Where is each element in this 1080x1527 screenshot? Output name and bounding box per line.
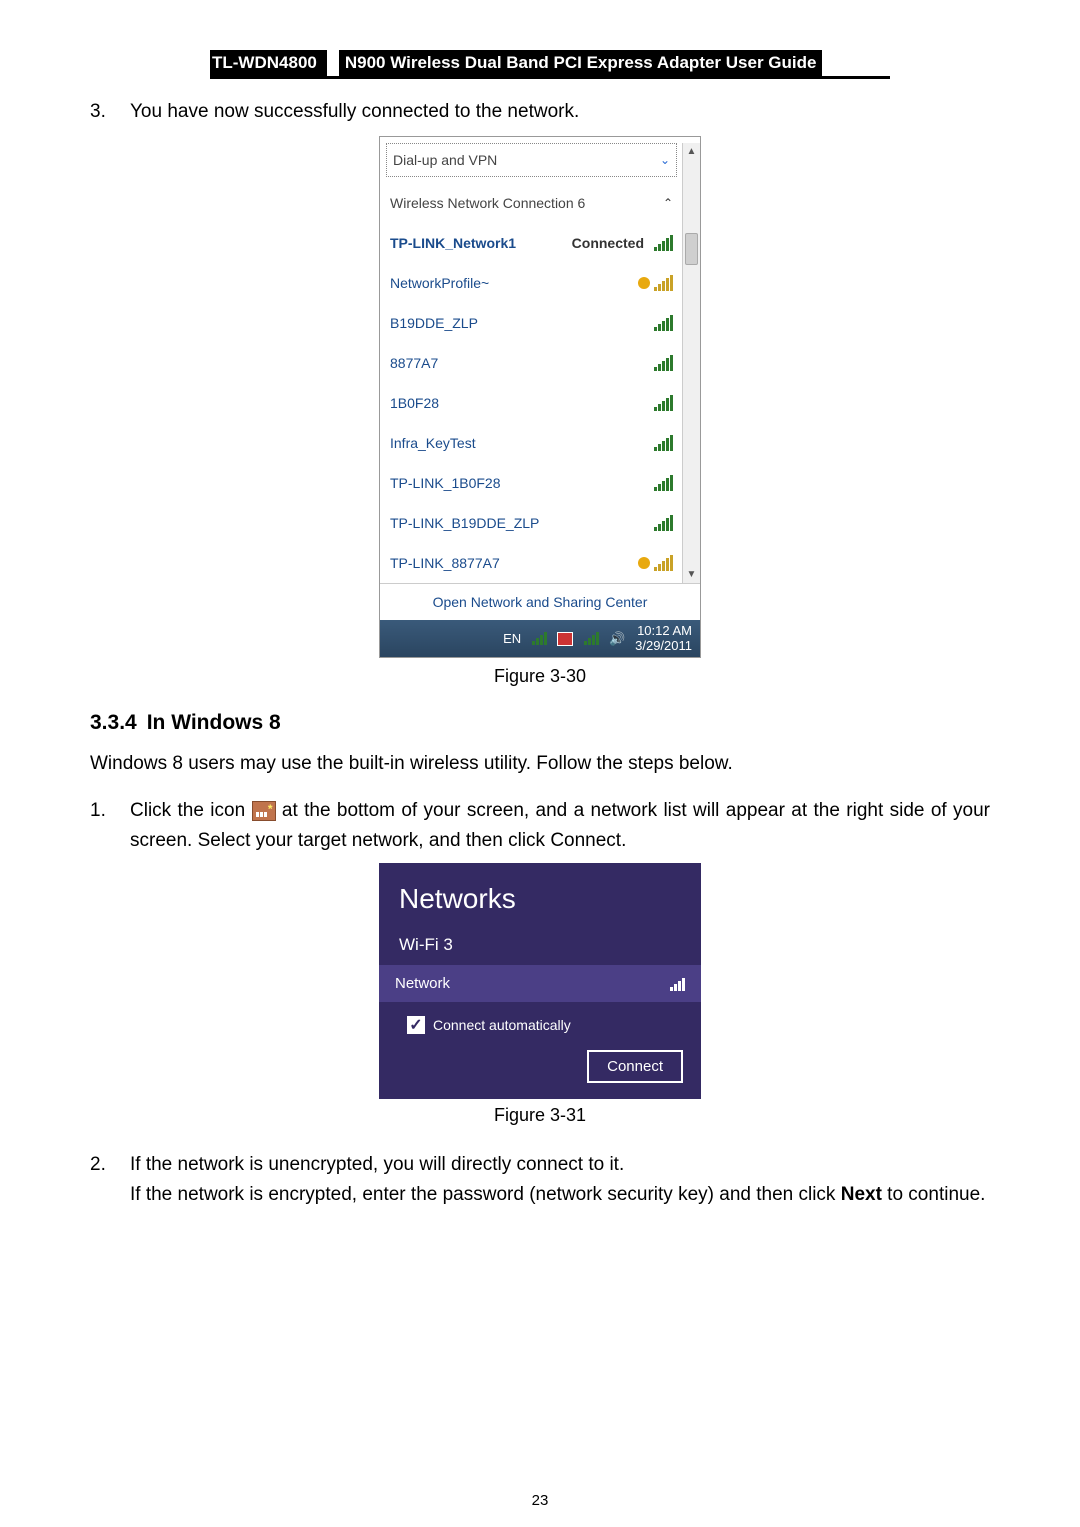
section-number: 3.3.4 <box>90 711 137 734</box>
network-row[interactable]: TP-LINK_1B0F28 <box>380 463 683 503</box>
step2-line1: If the network is unencrypted, you will … <box>130 1150 990 1179</box>
next-label: Next <box>841 1184 882 1205</box>
network-tray-icon <box>252 801 276 821</box>
tray-clock[interactable]: 10:12 AM 3/29/2011 <box>635 624 692 653</box>
doc-model: TL-WDN4800 <box>210 50 327 76</box>
page-number: 23 <box>0 1492 1080 1509</box>
network-name: NetworkProfile~ <box>390 275 489 291</box>
signal-icon <box>670 977 685 991</box>
step-number: 2. <box>90 1150 130 1209</box>
step-2: 2. If the network is unencrypted, you wi… <box>90 1150 990 1209</box>
tray-network-icon[interactable] <box>583 631 599 647</box>
scroll-down-icon[interactable]: ▼ <box>683 566 700 583</box>
network-row[interactable]: NetworkProfile~ <box>380 263 683 303</box>
tray-language[interactable]: EN <box>503 631 521 646</box>
shield-icon <box>638 277 650 289</box>
scroll-up-icon[interactable]: ▲ <box>683 143 700 160</box>
scroll-thumb[interactable] <box>685 233 698 265</box>
dialup-label: Dial-up and VPN <box>393 152 497 168</box>
signal-icon <box>654 315 673 331</box>
signal-icon <box>654 515 673 531</box>
tray-date: 3/29/2011 <box>635 639 692 653</box>
network-name: 8877A7 <box>390 355 438 371</box>
signal-icon <box>654 395 673 411</box>
section-intro: Windows 8 users may use the built-in wir… <box>90 749 990 778</box>
step2-line2c: to continue. <box>882 1184 986 1205</box>
system-tray: EN 🔊 10:12 AM 3/29/2011 <box>380 620 700 657</box>
win8-network-name: Network <box>395 975 450 992</box>
doc-title: N900 Wireless Dual Band PCI Express Adap… <box>339 50 823 76</box>
signal-icon <box>654 235 673 251</box>
signal-icon <box>654 555 673 571</box>
section-heading: 3.3.4 In Windows 8 <box>90 711 990 735</box>
network-name: TP-LINK_1B0F28 <box>390 475 501 491</box>
network-row[interactable]: 1B0F28 <box>380 383 683 423</box>
dialup-section[interactable]: Dial-up and VPN ⌄ <box>386 143 677 177</box>
scrollbar[interactable]: ▲ ▼ <box>682 143 700 583</box>
connect-button[interactable]: Connect <box>587 1050 683 1083</box>
figure-31-caption: Figure 3-31 <box>90 1105 990 1126</box>
network-row[interactable]: TP-LINK_B19DDE_ZLP <box>380 503 683 543</box>
network-row[interactable]: B19DDE_ZLP <box>380 303 683 343</box>
step-number: 3. <box>90 97 130 126</box>
network-row[interactable]: 8877A7 <box>380 343 683 383</box>
tray-flag-icon[interactable] <box>557 632 573 646</box>
tray-time: 10:12 AM <box>635 624 692 638</box>
win8-title: Networks <box>379 863 701 929</box>
shield-icon <box>638 557 650 569</box>
signal-icon <box>654 435 673 451</box>
network-name: TP-LINK_Network1 <box>390 235 516 251</box>
chevron-up-icon: ⌃ <box>663 196 673 210</box>
checkbox-icon[interactable]: ✓ <box>407 1016 425 1034</box>
figure-30-caption: Figure 3-30 <box>90 666 990 687</box>
step2-line2a: If the network is encrypted, enter the p… <box>130 1184 841 1205</box>
connect-auto-label: Connect automatically <box>433 1017 571 1033</box>
tray-volume-icon[interactable]: 🔊 <box>609 631 625 647</box>
network-name: 1B0F28 <box>390 395 439 411</box>
open-network-center-link[interactable]: Open Network and Sharing Center <box>380 583 700 620</box>
doc-header: TL-WDN4800 N900 Wireless Dual Band PCI E… <box>210 50 890 79</box>
network-row[interactable]: TP-LINK_8877A7 <box>380 543 683 583</box>
win8-wifi-header: Wi-Fi 3 <box>379 929 701 965</box>
connect-auto-row[interactable]: ✓ Connect automatically <box>379 1002 701 1044</box>
win8-networks-panel: Networks Wi-Fi 3 Network ✓ Connect autom… <box>379 863 701 1099</box>
network-name: B19DDE_ZLP <box>390 315 478 331</box>
win8-network-row[interactable]: Network <box>379 965 701 1002</box>
tray-signal-icon[interactable] <box>531 631 547 647</box>
wireless-section[interactable]: Wireless Network Connection 6 ⌃ <box>380 183 683 223</box>
step-text: You have now successfully connected to t… <box>130 97 990 126</box>
network-name: TP-LINK_B19DDE_ZLP <box>390 515 539 531</box>
network-name: Infra_KeyTest <box>390 435 476 451</box>
signal-icon <box>654 475 673 491</box>
wireless-label: Wireless Network Connection 6 <box>390 195 585 211</box>
signal-icon <box>654 275 673 291</box>
step-1: 1. Click the icon at the bottom of your … <box>90 796 990 855</box>
network-row[interactable]: Infra_KeyTest <box>380 423 683 463</box>
connected-label: Connected <box>572 235 644 251</box>
win7-network-flyout: ▲ ▼ Dial-up and VPN ⌄ Wireless Network C… <box>379 136 701 658</box>
step-number: 1. <box>90 796 130 855</box>
step1-text-a: Click the icon <box>130 800 252 821</box>
chevron-down-icon: ⌄ <box>660 153 670 167</box>
signal-icon <box>654 355 673 371</box>
section-title: In Windows 8 <box>147 711 281 734</box>
step-3: 3. You have now successfully connected t… <box>90 97 990 126</box>
network-row[interactable]: TP-LINK_Network1 Connected <box>380 223 683 263</box>
network-name: TP-LINK_8877A7 <box>390 555 500 571</box>
